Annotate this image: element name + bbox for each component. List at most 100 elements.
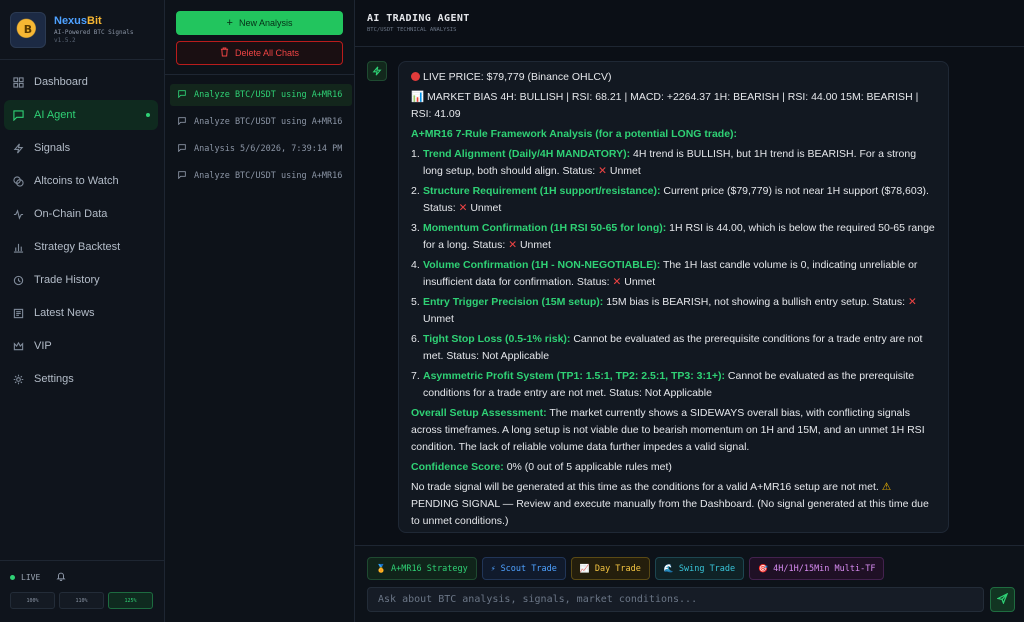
new-analysis-button[interactable]: + New Analysis	[176, 11, 343, 35]
x-mark-icon: ✕	[458, 202, 468, 214]
chip-swing-trade[interactable]: 🌊 Swing Trade	[654, 557, 745, 580]
page-subtitle: BTC/USDT TECHNICAL ANALYSIS	[367, 27, 457, 33]
assistant-message: LIVE PRICE: $79,779 (Binance OHLCV) 📊 MA…	[398, 61, 949, 533]
activity-icon	[12, 208, 24, 220]
bell-icon[interactable]	[56, 571, 66, 584]
chip-amr16-strategy[interactable]: 🏅 A+MR16 Strategy	[367, 557, 477, 580]
overall-assessment: Overall Setup Assessment: The market cur…	[411, 407, 925, 453]
closing-note: No trade signal will be generated at thi…	[411, 481, 929, 527]
live-label: LIVE	[21, 573, 41, 582]
app-logo[interactable]: B	[10, 11, 46, 48]
chat-history-panel: + New Analysis Delete All Chats Analyze …	[165, 0, 355, 622]
x-mark-icon: ✕	[598, 165, 607, 177]
zoom-125-button[interactable]: 125%	[108, 592, 153, 609]
x-mark-icon: ✕	[612, 276, 622, 288]
sidebar-item-altcoins[interactable]: Altcoins to Watch	[4, 166, 158, 196]
brand: B NexusBit AI-Powered BTC Signals v1.5.2	[0, 0, 164, 60]
app-name: NexusBit	[54, 15, 102, 27]
sidebar-item-settings[interactable]: Settings	[4, 364, 158, 394]
chat-item-title: Analysis 5/6/2026, 7:39:14 PM	[194, 144, 343, 154]
framework-heading: A+MR16 7-Rule Framework Analysis (for a …	[411, 128, 738, 140]
zoom-100-button[interactable]: 100%	[10, 592, 55, 609]
rule-item: 5. Entry Trigger Precision (15M setup): 1…	[411, 296, 917, 325]
sidebar-item-label: Settings	[34, 373, 74, 385]
chip-scout-trade[interactable]: ⚡ Scout Trade	[481, 557, 566, 580]
chat-bubble-icon	[178, 117, 188, 127]
trash-icon	[220, 46, 229, 60]
chat-bubble-icon	[178, 171, 188, 181]
chat-bubble-icon	[178, 144, 188, 154]
chat-list-item[interactable]: Analysis 5/6/2026, 7:39:14 PM	[170, 138, 352, 160]
send-button[interactable]	[990, 587, 1015, 612]
rules-list: 1. Trend Alignment (Daily/4H MANDATORY): …	[411, 146, 936, 402]
chat-item-title: Analyze BTC/USDT using A+MR16	[194, 117, 343, 127]
bar-chart-icon	[12, 241, 24, 253]
live-dot	[10, 575, 15, 580]
x-mark-icon: ✕	[508, 239, 518, 251]
lightning-icon	[12, 142, 24, 154]
sidebar-item-label: Latest News	[34, 307, 95, 319]
crown-icon	[12, 340, 24, 352]
sidebar-item-vip[interactable]: VIP	[4, 331, 158, 361]
rule-item: 6. Tight Stop Loss (0.5-1% risk): Cannot …	[411, 333, 923, 362]
composer: 🏅 A+MR16 Strategy ⚡ Scout Trade 📈 Day Trade…	[355, 545, 1024, 622]
sidebar-item-label: AI Agent	[34, 109, 76, 121]
rule-item: 7. Asymmetric Profit System (TP1: 1.5:1, …	[411, 370, 915, 399]
chat-list-item[interactable]: Analyze BTC/USDT using A+MR16	[170, 165, 352, 187]
bias-line: 📊 MARKET BIAS 4H: BULLISH | RSI: 68.21 |…	[411, 91, 919, 120]
chart-up-icon: 📈	[579, 564, 590, 573]
sidebar-item-label: VIP	[34, 340, 52, 352]
rule-item: 1. Trend Alignment (Daily/4H MANDATORY): …	[411, 148, 917, 177]
wave-icon: 🌊	[663, 564, 674, 573]
chat-list-item[interactable]: Analyze BTC/USDT using A+MR16	[170, 111, 352, 133]
chip-day-trade[interactable]: 📈 Day Trade	[570, 557, 650, 580]
chat-input[interactable]	[367, 587, 984, 612]
page-title: AI TRADING AGENT	[367, 13, 470, 24]
quick-prompt-chips: 🏅 A+MR16 Strategy ⚡ Scout Trade 📈 Day Trade…	[367, 557, 885, 580]
live-status: LIVE	[10, 571, 155, 584]
chart-icon: 📊	[411, 91, 425, 103]
sidebar-item-ai-agent[interactable]: AI Agent	[4, 100, 158, 130]
chat-bubble-icon	[178, 90, 188, 100]
plus-icon: +	[226, 17, 233, 29]
message-square-icon	[12, 109, 24, 121]
sidebar-item-backtest[interactable]: Strategy Backtest	[4, 232, 158, 262]
sidebar-item-trade-history[interactable]: Trade History	[4, 265, 158, 295]
logo-letter: B	[23, 23, 33, 36]
divider	[165, 74, 355, 75]
rule-item: 2. Structure Requirement (1H support/resi…	[411, 185, 929, 214]
sidebar-item-dashboard[interactable]: Dashboard	[4, 67, 158, 97]
delete-all-chats-button[interactable]: Delete All Chats	[176, 41, 343, 65]
delete-all-chats-label: Delete All Chats	[234, 48, 300, 58]
active-indicator-dot	[146, 113, 150, 117]
app-version: v1.5.2	[54, 37, 76, 44]
sidebar: B NexusBit AI-Powered BTC Signals v1.5.2…	[0, 0, 165, 622]
sidebar-item-label: Dashboard	[34, 76, 88, 88]
zoom-selector: 100% 110% 125%	[10, 592, 155, 609]
history-icon	[12, 274, 24, 286]
zoom-110-button[interactable]: 110%	[59, 592, 104, 609]
sidebar-item-label: Altcoins to Watch	[34, 175, 119, 187]
x-mark-icon: ✕	[907, 296, 917, 308]
sidebar-item-on-chain[interactable]: On-Chain Data	[4, 199, 158, 229]
gear-icon	[12, 373, 24, 385]
coins-icon	[12, 175, 24, 187]
warning-icon: ⚠	[881, 481, 892, 493]
chip-multi-tf[interactable]: 🎯 4H/1H/15Min Multi-TF	[749, 557, 885, 580]
send-icon	[996, 592, 1009, 607]
chat-list-item[interactable]: Analyze BTC/USDT using A+MR16	[170, 84, 352, 106]
chat-list: Analyze BTC/USDT using A+MR16 Analyze BT…	[170, 84, 352, 192]
price-line: LIVE PRICE: $79,779 (Binance OHLCV)	[411, 69, 936, 86]
sidebar-item-latest-news[interactable]: Latest News	[4, 298, 158, 328]
sidebar-item-label: Trade History	[34, 274, 100, 286]
chat-item-title: Analyze BTC/USDT using A+MR16	[194, 171, 343, 181]
bot-avatar-lightning-icon	[367, 61, 387, 81]
sidebar-item-label: Signals	[34, 142, 71, 154]
grid-icon	[12, 76, 24, 88]
sidebar-footer: LIVE 100% 110% 125%	[0, 560, 165, 622]
main-panel: AI TRADING AGENT BTC/USDT TECHNICAL ANAL…	[355, 0, 1024, 622]
chat-item-title: Analyze BTC/USDT using A+MR16	[194, 90, 343, 100]
sidebar-item-label: Strategy Backtest	[34, 241, 121, 253]
new-analysis-label: New Analysis	[238, 18, 293, 28]
sidebar-item-signals[interactable]: Signals	[4, 133, 158, 163]
